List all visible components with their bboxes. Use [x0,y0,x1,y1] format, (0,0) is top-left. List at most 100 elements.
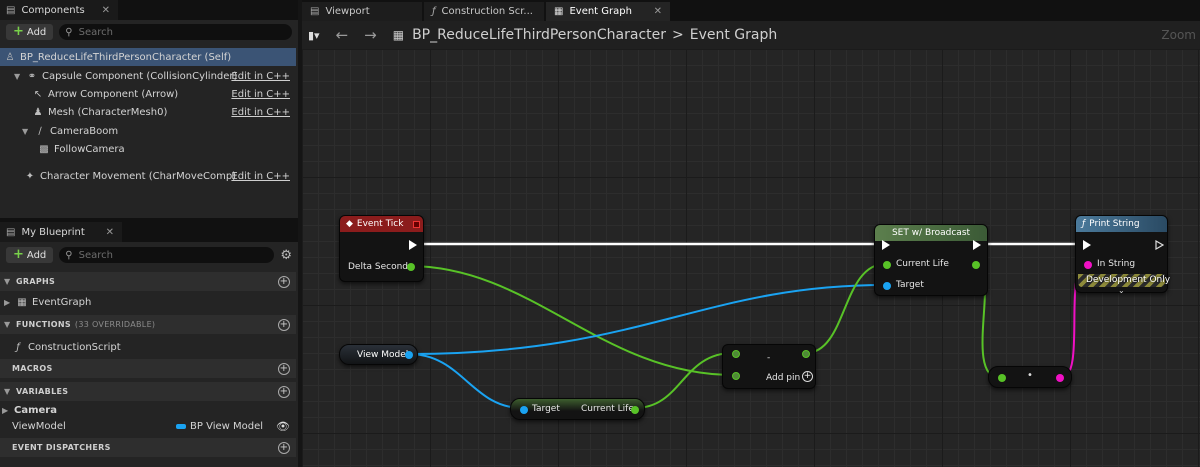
event-tick-node[interactable]: ◆ Event Tick Delta Seconds [339,215,424,282]
function-item-constructionscript[interactable]: ƒ ConstructionScript [0,338,296,356]
subtract-a-pin[interactable] [732,350,740,358]
macros-section-header[interactable]: MACROS + [0,359,296,378]
back-arrow-icon[interactable]: ← [336,26,349,44]
add-macro-icon[interactable]: + [278,362,290,375]
component-mesh-row[interactable]: ♟ Mesh (CharacterMesh0) Edit in C++ [0,103,296,121]
current-life-in-pin[interactable] [883,261,891,269]
tab-construction-script[interactable]: ƒ Construction Scr... [424,2,544,21]
search-icon: ⚲ [65,26,73,38]
delta-seconds-pin[interactable] [407,263,415,271]
subtract-out-pin[interactable] [802,350,810,358]
event-dispatchers-section-label: EVENT DISPATCHERS [12,443,111,452]
component-self-label: BP_ReduceLifeThirdPersonCharacter (Self) [20,51,232,63]
variables-section-header[interactable]: ▼ VARIABLES + [0,382,296,401]
subtract-b-pin[interactable] [732,372,740,380]
current-life-out-pin[interactable] [631,406,639,414]
variable-type: BP View Model [190,420,264,432]
target-pin[interactable] [883,282,891,290]
settings-gear-icon[interactable]: ⚙ [280,248,292,263]
plus-icon: + [13,247,24,262]
component-self-row[interactable]: ♙ BP_ReduceLifeThirdPersonCharacter (Sel… [0,48,296,66]
exec-out-pin[interactable] [409,240,417,250]
collapse-arrow-icon: ▼ [4,277,11,286]
exec-out-pin[interactable] [973,240,981,250]
event-dispatchers-section-header[interactable]: EVENT DISPATCHERS + [0,438,296,457]
add-pin-label[interactable]: Add pin [766,373,800,383]
myblueprint-search-input[interactable]: ⚲ Search [59,247,275,263]
tab-event-graph[interactable]: ▦ Event Graph ✕ [546,2,670,21]
subtract-node[interactable]: - Add pin + [722,344,816,389]
add-dispatcher-icon[interactable]: + [278,441,290,454]
myblueprint-toolbar: + Add ⚲ Search ⚙ [0,244,298,266]
variable-type-pill-icon [176,423,186,429]
close-icon[interactable]: ✕ [106,227,114,238]
current-life-out-pin[interactable] [972,261,980,269]
components-tab-label: Components [21,4,85,16]
variable-item-viewmodel[interactable]: ViewModel BP View Model 👁 [0,417,296,435]
graphs-section-header[interactable]: ▼ GRAPHS + [0,272,296,291]
components-add-button[interactable]: + Add [6,24,54,40]
expand-arrow-icon[interactable]: ▶ [2,406,10,415]
development-only-label: Development Only [1086,275,1171,285]
exec-out-pin[interactable] [1155,240,1164,250]
conversion-node[interactable]: • [988,366,1072,388]
conversion-out-pin[interactable] [1056,374,1064,382]
edit-in-cpp-link[interactable]: Edit in C++ [231,71,290,82]
breadcrumb-separator: > [672,27,684,43]
breadcrumb-graph[interactable]: Event Graph [690,27,778,43]
character-icon: ♙ [5,51,15,63]
add-function-icon[interactable]: + [278,318,290,331]
graph-item-eventgraph[interactable]: ▶ ▦ EventGraph [0,293,296,311]
tab-viewport-label: Viewport [325,6,370,17]
get-current-life-node[interactable]: Target Current Life [510,398,645,420]
exec-in-pin[interactable] [1083,240,1091,250]
view-model-getter-node[interactable]: View Model [339,344,418,365]
eye-icon[interactable]: 👁 [276,420,290,433]
component-followcamera-row[interactable]: ▩ FollowCamera [0,140,296,158]
view-model-out-pin[interactable] [405,351,413,359]
add-pin-icon[interactable]: + [802,371,813,382]
myblueprint-add-button[interactable]: + Add [6,247,54,263]
component-cameraboom-row[interactable]: ▼ ∕ CameraBoom [0,122,296,140]
myblueprint-search-placeholder: Search [78,249,113,261]
component-capsule-row[interactable]: ▼ ⚭ Capsule Component (CollisionCylinder… [0,67,296,85]
components-tab[interactable]: ▤ Components ✕ [0,0,118,20]
set-broadcast-header: SET w/ Broadcast [875,225,987,241]
print-string-node[interactable]: ƒ Print String In String Development Onl… [1075,215,1171,295]
target-label: Target [532,404,560,414]
spring-arm-icon: ∕ [38,125,42,137]
edit-in-cpp-link[interactable]: Edit in C++ [231,171,290,182]
expand-arrow-icon[interactable]: ▼ [22,127,30,136]
add-graph-icon[interactable]: + [278,275,290,288]
graph-canvas[interactable]: ◆ Event Tick Delta Seconds SET w/ Broadc… [302,49,1200,467]
component-arrow-label: Arrow Component (Arrow) [48,88,179,100]
components-search-input[interactable]: ⚲ Search [59,24,292,40]
set-broadcast-node[interactable]: SET w/ Broadcast Current Life Target [874,224,988,296]
breadcrumb: ▮▾ ← → ▦ BP_ReduceLifeThirdPersonCharact… [302,21,1200,49]
edit-in-cpp-link[interactable]: Edit in C++ [231,107,290,118]
conversion-in-pin[interactable] [998,374,1006,382]
myblueprint-tab[interactable]: ▤ My Blueprint ✕ [0,222,122,242]
target-pin[interactable] [520,406,528,414]
functions-section-header[interactable]: ▼ FUNCTIONS (33 OVERRIDABLE) + [0,315,296,334]
delta-seconds-label: Delta Seconds [348,262,413,272]
arrow-icon: ↖ [33,88,43,100]
component-arrow-row[interactable]: ↖ Arrow Component (Arrow) Edit in C++ [0,85,296,103]
exec-in-pin[interactable] [882,240,890,250]
bookmark-icon[interactable]: ▮▾ [308,29,320,42]
in-string-pin[interactable] [1084,261,1092,269]
add-variable-icon[interactable]: + [278,385,290,398]
forward-arrow-icon[interactable]: → [364,26,377,44]
event-graph-icon: ▦ [554,6,564,17]
expand-arrow-icon[interactable]: ▼ [14,72,22,81]
component-mesh-label: Mesh (CharacterMesh0) [48,106,168,118]
component-movement-row[interactable]: ✦ Character Movement (CharMoveComp) Edit… [0,167,296,185]
tab-viewport[interactable]: ▤ Viewport [302,2,422,21]
delegate-pin-icon[interactable] [413,220,420,228]
breadcrumb-blueprint[interactable]: BP_ReduceLifeThirdPersonCharacter [412,27,666,43]
expand-chevron-icon[interactable]: ⌄ [1118,286,1125,295]
expand-arrow-icon[interactable]: ▶ [4,298,12,307]
edit-in-cpp-link[interactable]: Edit in C++ [231,89,290,100]
close-icon[interactable]: ✕ [102,5,110,16]
close-icon[interactable]: ✕ [654,6,662,17]
